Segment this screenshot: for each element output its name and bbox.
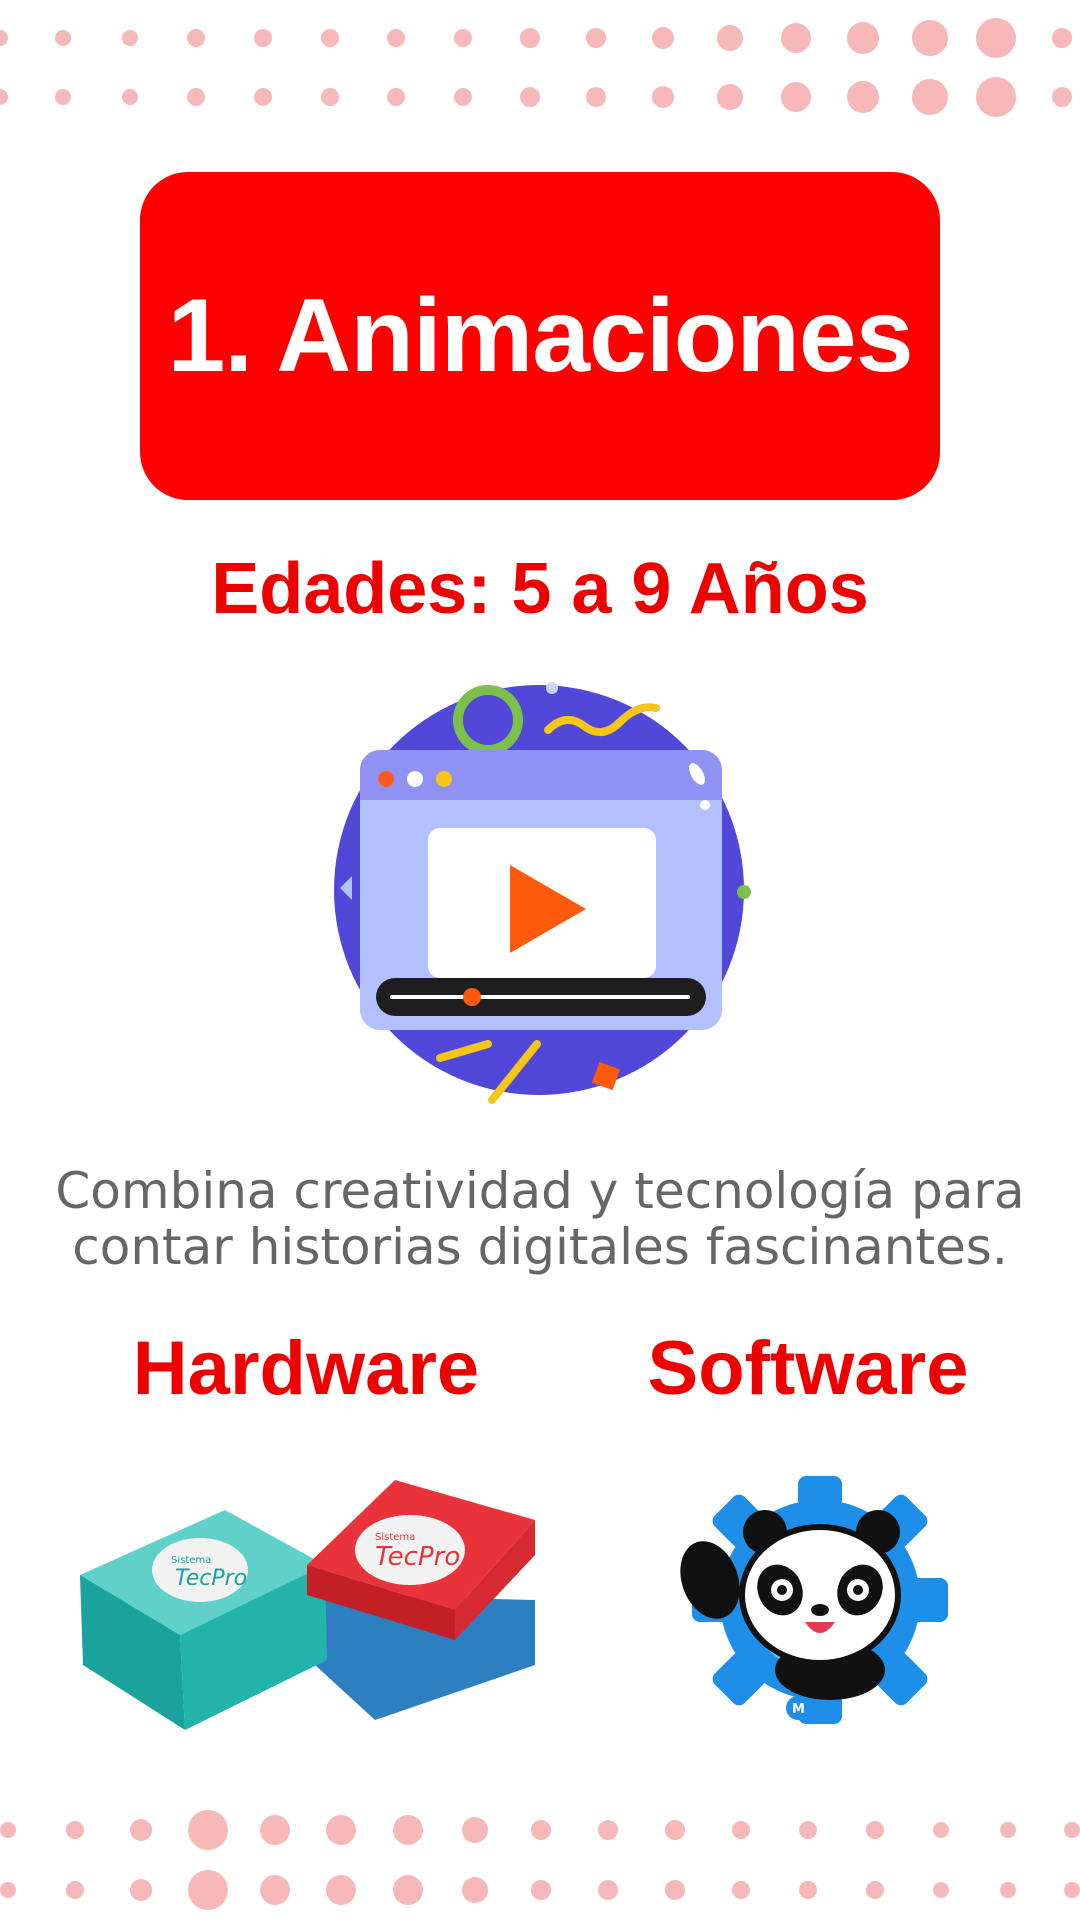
bottom-dot-pattern — [0, 1810, 1080, 1910]
hardware-box-brand-teal: TecPro — [175, 1566, 247, 1591]
hardware-box-prefix-red: Sistema — [375, 1532, 415, 1543]
hardware-box-brand-red: TecPro — [375, 1542, 460, 1572]
top-dot-pattern — [0, 18, 1072, 117]
description: Combina creatividad y tecnología para co… — [40, 1163, 1040, 1275]
hardware-heading: Hardware — [132, 1326, 480, 1411]
tecpro-boxes-image: TecPro Sistema TecPro Sistema — [80, 1480, 535, 1730]
title-banner: 1. Animaciones — [140, 172, 940, 500]
page-title: 1. Animaciones — [167, 277, 913, 394]
description-line-1: Combina creatividad y tecnología para — [55, 1162, 1025, 1220]
panda-mascot-icon: M — [680, 1476, 948, 1724]
video-player-icon — [334, 682, 751, 1104]
description-line-2: contar historias digitales fascinantes. — [72, 1218, 1008, 1276]
hardware-box-prefix-teal: Sistema — [171, 1555, 211, 1566]
software-heading: Software — [647, 1326, 969, 1411]
mascot-badge: M — [792, 1702, 805, 1717]
ages-label: Edades: 5 a 9 Años — [211, 549, 869, 629]
